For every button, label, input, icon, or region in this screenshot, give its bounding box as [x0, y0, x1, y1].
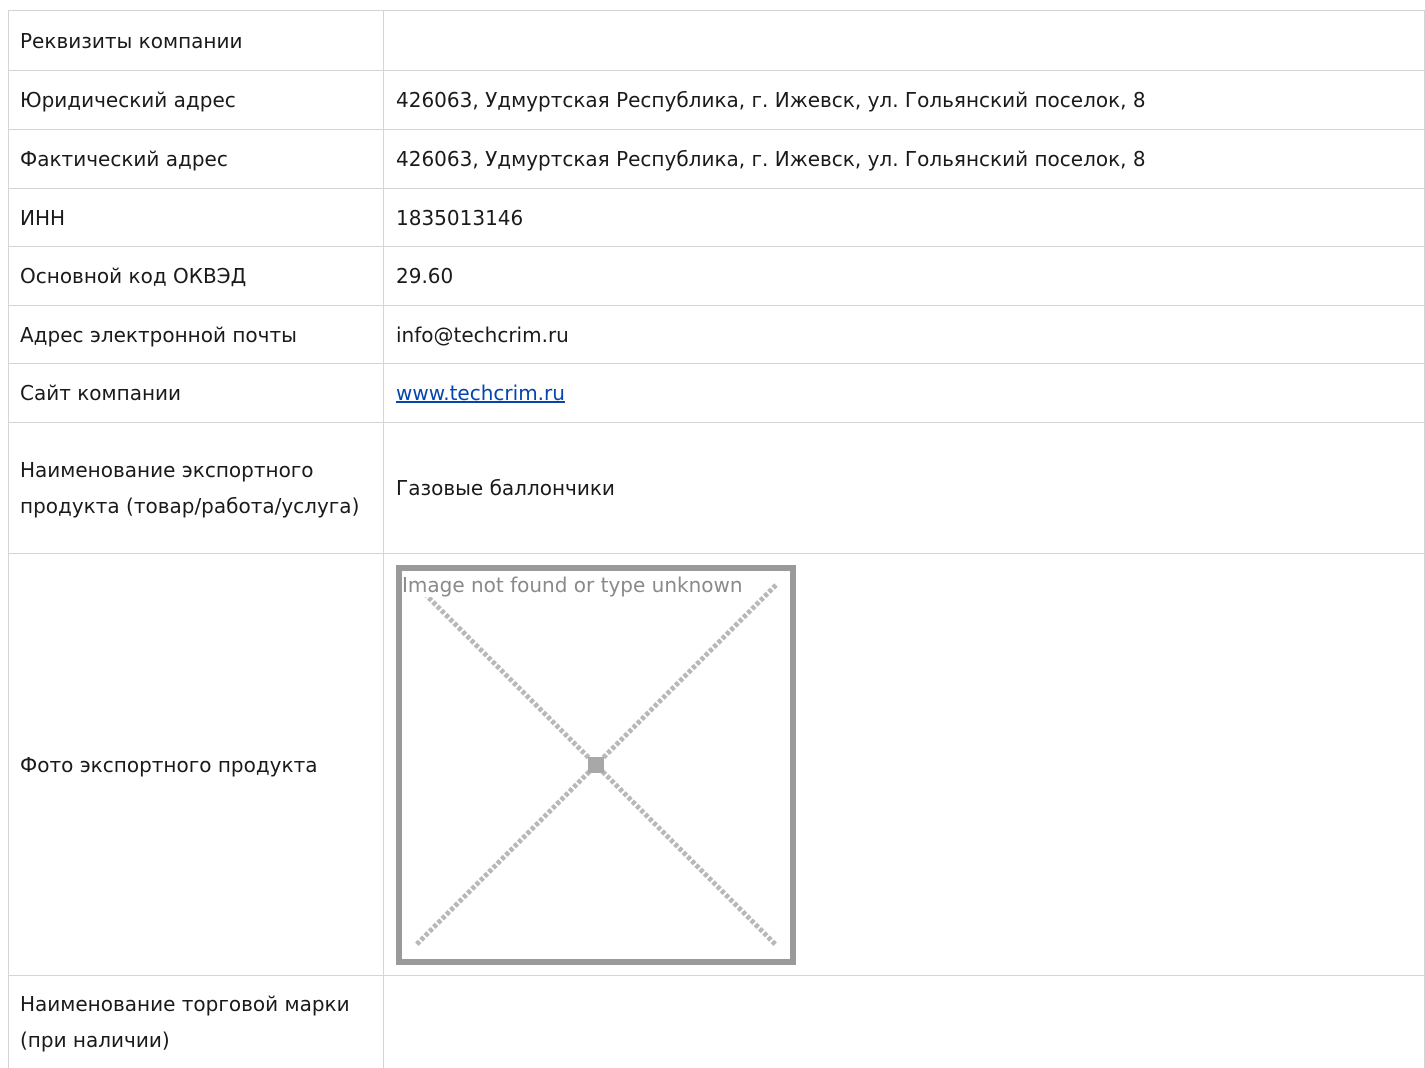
row-label: Адрес электронной почты — [8, 305, 384, 364]
broken-image-placeholder: Image not found or type unknown — [396, 564, 796, 965]
table-row: Юридический адрес 426063, Удмуртская Рес… — [8, 70, 1425, 130]
inn-value: 1835013146 — [383, 188, 1425, 247]
export-product-value: Газовые баллончики — [383, 422, 1425, 554]
email-value: info@techcrim.ru — [383, 305, 1425, 364]
row-label: Основной код ОКВЭД — [8, 246, 384, 306]
row-label: Фактический адрес — [8, 129, 384, 189]
legal-address-value: 426063, Удмуртская Республика, г. Ижевск… — [383, 70, 1425, 130]
table-row: Наименование экспортного продукта (товар… — [8, 422, 1425, 554]
row-label: Юридический адрес — [8, 70, 384, 130]
table-row: Фото экспортного продукта Image not foun… — [8, 553, 1425, 976]
row-label: Наименование экспортного продукта (товар… — [8, 422, 384, 554]
company-details-table: Реквизиты компании Юридический адрес 426… — [8, 10, 1425, 1068]
actual-address-value: 426063, Удмуртская Республика, г. Ижевск… — [383, 129, 1425, 189]
table-row: Основной код ОКВЭД 29.60 — [8, 246, 1425, 306]
trademark-value — [383, 975, 1425, 1068]
broken-image-icon — [414, 582, 778, 947]
image-alt-text: Image not found or type unknown — [402, 572, 745, 597]
table-row: Фактический адрес 426063, Удмуртская Рес… — [8, 129, 1425, 189]
okved-value: 29.60 — [383, 246, 1425, 306]
product-photo-cell: Image not found or type unknown — [383, 553, 1425, 976]
table-row: Наименование торговой марки (при наличии… — [8, 975, 1425, 1068]
row-label: Наименование торговой марки (при наличии… — [8, 975, 384, 1068]
table-row: Адрес электронной почты info@techcrim.ru — [8, 305, 1425, 364]
row-label: ИНН — [8, 188, 384, 247]
website-cell: www.techcrim.ru — [383, 363, 1425, 423]
website-link[interactable]: www.techcrim.ru — [396, 381, 565, 405]
table-row: Реквизиты компании — [8, 10, 1425, 71]
row-label: Сайт компании — [8, 363, 384, 423]
row-label: Фото экспортного продукта — [8, 553, 384, 976]
row-value — [383, 10, 1425, 71]
table-row: ИНН 1835013146 — [8, 188, 1425, 247]
row-label: Реквизиты компании — [8, 10, 384, 71]
table-row: Сайт компании www.techcrim.ru — [8, 363, 1425, 423]
